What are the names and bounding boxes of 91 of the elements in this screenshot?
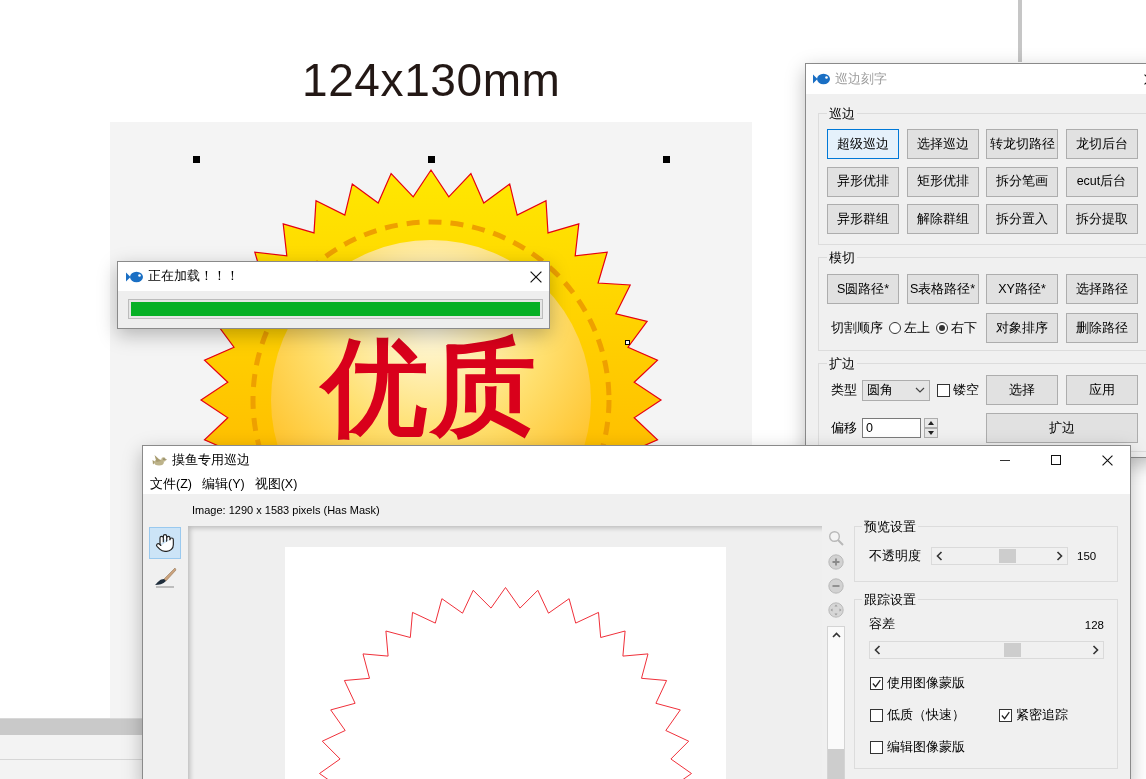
command-button[interactable]: 选择 — [986, 375, 1058, 405]
command-button[interactable]: XY路径* — [986, 274, 1058, 304]
slider-track[interactable] — [869, 641, 1104, 659]
value-label: 150 — [1077, 550, 1097, 562]
fish-icon — [126, 270, 143, 283]
checkbox-label[interactable]: 编辑图像蒙版 — [887, 739, 965, 756]
menu-item[interactable]: 视图(X) — [249, 475, 303, 493]
maximize-icon[interactable] — [1051, 455, 1061, 465]
checkbox[interactable] — [870, 709, 883, 722]
group-title: 预览设置 — [863, 518, 917, 535]
checkbox-label[interactable]: 低质（快速） — [887, 707, 965, 724]
checkmark-icon — [1001, 711, 1010, 720]
command-button[interactable]: S表格路径* — [906, 274, 979, 304]
radio-label[interactable]: 右下 — [951, 319, 977, 337]
command-button[interactable]: 龙切后台 — [1065, 129, 1138, 159]
number-field[interactable]: 0 — [862, 418, 921, 438]
hand-tool-button[interactable] — [149, 527, 181, 559]
field-label: 偏移 — [831, 419, 857, 437]
size-label: 124x130mm — [302, 57, 561, 103]
chevron-right-icon[interactable] — [1056, 551, 1063, 561]
command-button[interactable]: 矩形优排 — [906, 166, 979, 197]
group-title: 跟踪设置 — [863, 591, 917, 608]
command-button[interactable]: 拆分置入 — [986, 204, 1058, 234]
checkmark-icon — [872, 679, 881, 688]
radio-button[interactable] — [889, 322, 901, 334]
radio-label[interactable]: 左上 — [904, 319, 930, 337]
checkbox-label[interactable]: 镂空 — [952, 381, 979, 399]
menu-item[interactable]: 文件(Z) — [145, 475, 197, 493]
scrollbar-thumb[interactable] — [828, 749, 844, 779]
slider-track[interactable] — [931, 547, 1068, 565]
checkbox[interactable] — [936, 383, 950, 397]
command-button[interactable]: 选择巡边 — [906, 129, 979, 159]
checkbox-label[interactable]: 紧密追踪 — [1016, 707, 1068, 724]
checkbox[interactable] — [870, 677, 883, 690]
field-label: 容差 — [869, 616, 895, 633]
zoom-in-icon[interactable] — [828, 554, 844, 570]
triangle-up-icon — [928, 421, 934, 425]
bird-icon — [152, 453, 167, 467]
command-button[interactable]: 选择路径 — [1065, 274, 1138, 304]
scrollbar[interactable] — [827, 626, 845, 779]
window-title: 正在加载！！！ — [148, 268, 239, 285]
command-button[interactable]: 超级巡边 — [827, 129, 899, 159]
close-icon[interactable] — [530, 270, 542, 283]
command-button[interactable]: 删除路径 — [1065, 313, 1138, 343]
field-label: 类型 — [831, 381, 857, 399]
command-button[interactable]: 解除群组 — [906, 204, 979, 234]
spin-up-button[interactable] — [924, 418, 938, 428]
slider-thumb[interactable] — [999, 549, 1017, 563]
chevron-right-icon[interactable] — [1092, 645, 1099, 655]
window-title: 巡边刻字 — [835, 70, 887, 88]
field-label: 切割顺序 — [831, 319, 883, 337]
value-label: 128 — [1084, 618, 1104, 631]
chevron-down-icon — [915, 387, 925, 393]
chevron-left-icon[interactable] — [874, 645, 881, 655]
command-button[interactable]: 扩边 — [986, 413, 1138, 443]
slider-thumb[interactable] — [1003, 643, 1021, 657]
group-title: 模切 — [828, 249, 856, 266]
radio-button[interactable] — [936, 322, 948, 334]
command-button[interactable]: ecut后台 — [1065, 166, 1138, 197]
command-button[interactable]: 转龙切路径 — [986, 129, 1058, 159]
command-button[interactable]: 拆分提取 — [1065, 204, 1138, 234]
minimize-icon[interactable] — [1000, 459, 1010, 461]
command-button[interactable]: 应用 — [1065, 375, 1138, 405]
chevron-left-icon[interactable] — [936, 551, 943, 561]
selection-handle[interactable] — [663, 156, 670, 163]
command-button[interactable]: S圆路径* — [827, 274, 899, 304]
selection-handle[interactable] — [625, 340, 630, 345]
command-button[interactable]: 异形群组 — [827, 204, 899, 234]
command-button[interactable]: 对象排序 — [986, 313, 1058, 343]
checkbox[interactable] — [999, 709, 1012, 722]
checkbox[interactable] — [870, 741, 883, 754]
field-label: 不透明度 — [869, 547, 922, 565]
selection-handle[interactable] — [193, 156, 200, 163]
selection-handle[interactable] — [428, 156, 435, 163]
group-title: 巡边 — [828, 105, 856, 122]
zoom-out-icon[interactable] — [828, 578, 844, 594]
brush-icon — [153, 567, 177, 589]
close-icon[interactable] — [1101, 454, 1113, 466]
image-info: Image: 1290 x 1583 pixels (Has Mask) — [192, 504, 380, 516]
chevron-up-icon[interactable] — [831, 632, 841, 638]
hand-icon — [155, 533, 175, 553]
group-title: 扩边 — [828, 355, 856, 372]
command-button[interactable]: 异形优排 — [827, 166, 899, 197]
checkbox-label[interactable]: 使用图像蒙版 — [887, 675, 965, 692]
fish-icon — [813, 73, 830, 85]
triangle-down-icon — [928, 431, 934, 435]
dropdown-field[interactable]: 圆角 — [862, 379, 930, 401]
menu-item[interactable]: 编辑(Y) — [196, 475, 250, 493]
command-button[interactable]: 拆分笔画 — [986, 166, 1058, 197]
window-title: 摸鱼专用巡边 — [172, 451, 250, 469]
spin-down-button[interactable] — [924, 428, 938, 438]
